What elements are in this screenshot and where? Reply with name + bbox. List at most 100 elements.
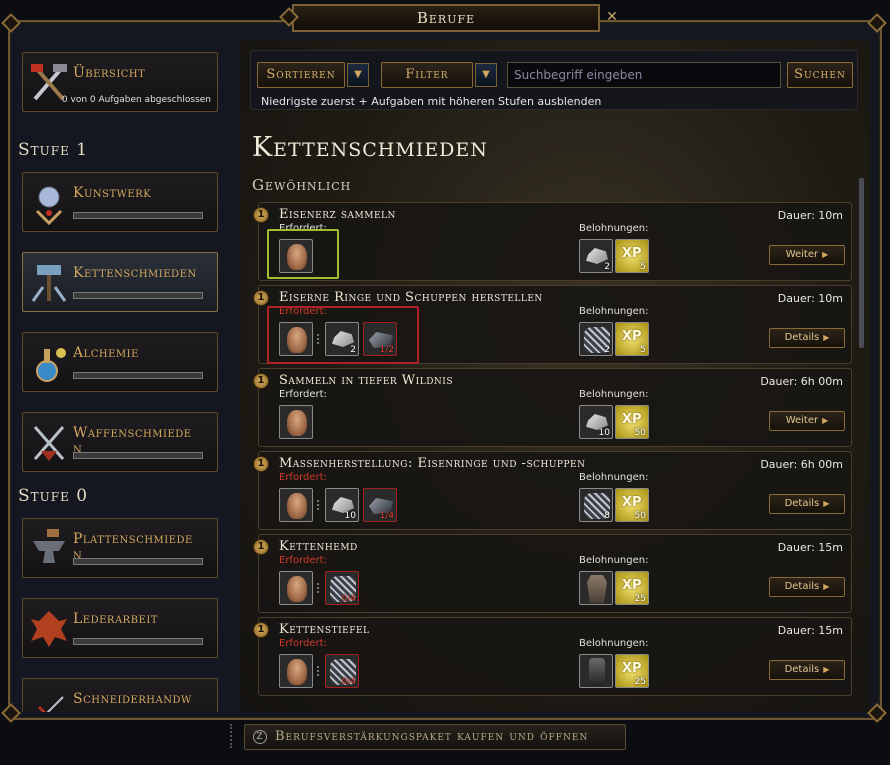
level-badge: 1 (253, 290, 269, 306)
iron-ore-icon[interactable]: 10 (579, 405, 613, 439)
chain-hammer-icon (31, 265, 67, 302)
required-label: Erfordert: (279, 389, 327, 400)
separator (317, 334, 321, 344)
stage-heading-1: Stufe 1 (18, 140, 89, 160)
overview-summary: 0 von 0 Aufgaben abgeschlossen (61, 95, 211, 105)
task-name: Sammeln in tiefer Wildnis (279, 373, 454, 388)
worker-portrait-icon[interactable] (279, 405, 313, 439)
worker-portrait-icon[interactable] (279, 239, 313, 273)
worker-portrait-icon[interactable] (279, 322, 313, 356)
sidebar-item-lederarbeit[interactable]: Lederarbeit (22, 598, 218, 658)
task-name: Kettenhemd (279, 539, 358, 554)
continue-button[interactable]: Weiter ▶ (769, 245, 845, 265)
duration: Dauer: 6h 00m (760, 458, 843, 471)
separator (230, 724, 232, 748)
iron-rings-icon[interactable]: 2 (579, 322, 613, 356)
iron-ore-icon[interactable]: 10 (325, 488, 359, 522)
arrow-right-icon: ▶ (823, 499, 830, 508)
window-title: Berufe (292, 4, 600, 32)
arrow-right-icon: ▶ (823, 665, 830, 674)
stage-heading-0: Stufe 0 (18, 486, 89, 506)
arrow-right-icon: ▶ (822, 250, 829, 259)
rewards-label: Belohnungen: (579, 555, 649, 566)
duration: Dauer: 15m (777, 624, 843, 637)
arrow-right-icon: ▶ (823, 333, 830, 342)
footer-label: Berufsverstärkungspaket kaufen und öffne… (275, 729, 589, 744)
task-row[interactable]: 1 Kettenstiefel Erfordert: Belohnungen: … (253, 617, 852, 696)
sidebar-item-label: Lederarbeit (73, 611, 158, 627)
rewards-label: Belohnungen: (579, 638, 649, 649)
iron-rings-icon[interactable]: 0/4 (325, 654, 359, 688)
worker-portrait-icon[interactable] (279, 654, 313, 688)
sidebar-item-kettenschmieden[interactable]: Kettenschmieden (22, 252, 218, 312)
zen-currency-icon: Z (253, 730, 267, 744)
iron-ore-icon[interactable]: 2 (579, 239, 613, 273)
orb-icon (35, 186, 63, 225)
xp-icon: XP 5 (615, 239, 649, 273)
task-name: Eisenerz sammeln (279, 207, 396, 222)
details-button[interactable]: Details ▶ (769, 577, 845, 597)
level-badge: 1 (253, 456, 269, 472)
filter-summary: Niedrigste zuerst + Aufgaben mit höheren… (261, 95, 602, 108)
duration: Dauer: 10m (777, 292, 843, 305)
sidebar-item-label: Kunstwerk (73, 185, 152, 201)
progress-bar (73, 452, 203, 459)
separator (317, 583, 321, 593)
task-name: Massenherstellung: Eisenringe und -schup… (279, 456, 586, 471)
task-row[interactable]: 1 Sammeln in tiefer Wildnis Erfordert: B… (253, 368, 852, 447)
chevron-down-icon[interactable]: ▼ (347, 63, 369, 87)
separator (317, 500, 321, 510)
close-icon[interactable]: ✕ (603, 8, 621, 26)
chevron-down-icon[interactable]: ▼ (475, 63, 497, 87)
progress-bar (73, 558, 203, 565)
charcoal-icon[interactable]: 1/2 (363, 322, 397, 356)
duration: Dauer: 6h 00m (760, 375, 843, 388)
search-input[interactable]: Suchbegriff eingeben (507, 62, 781, 88)
sidebar-item-plattenschmieden[interactable]: Plattenschmiede n (22, 518, 218, 578)
worker-portrait-icon[interactable] (279, 571, 313, 605)
profession-main-panel: Sortieren ▼ Filter ▼ Suchbegriff eingebe… (240, 40, 870, 712)
buy-boost-pack-button[interactable]: Z Berufsverstärkungspaket kaufen und öff… (244, 724, 626, 750)
progress-bar (73, 212, 203, 219)
task-row[interactable]: 1 Massenherstellung: Eisenringe und -sch… (253, 451, 852, 530)
category-heading: Gewöhnlich (252, 176, 352, 194)
leather-icon (31, 611, 67, 647)
sidebar-item-kunstwerk[interactable]: Kunstwerk (22, 172, 218, 232)
continue-button[interactable]: Weiter ▶ (769, 411, 845, 431)
sidebar-item-alchemie[interactable]: Alchemie (22, 332, 218, 392)
details-button[interactable]: Details ▶ (769, 660, 845, 680)
charcoal-icon[interactable]: 1/4 (363, 488, 397, 522)
sort-button[interactable]: Sortieren (257, 62, 345, 88)
worker-portrait-icon[interactable] (279, 488, 313, 522)
details-button[interactable]: Details ▶ (769, 328, 845, 348)
duration: Dauer: 10m (777, 209, 843, 222)
sidebar-item-label: Kettenschmieden (73, 265, 197, 281)
filter-button[interactable]: Filter (381, 62, 473, 88)
page-title: Kettenschmieden (252, 132, 488, 163)
iron-ore-icon[interactable]: 2 (325, 322, 359, 356)
needle-icon (37, 696, 64, 712)
sidebar-item-waffenschmieden[interactable]: Waffenschmiede n (22, 412, 218, 472)
task-name: Eiserne Ringe und Schuppen herstellen (279, 290, 543, 305)
arrow-right-icon: ▶ (823, 582, 830, 591)
chain-boots-icon[interactable] (579, 654, 613, 688)
chain-shirt-icon[interactable] (579, 571, 613, 605)
sidebar-item-schneiderhandwerk[interactable]: Schneiderhandw (22, 678, 218, 712)
task-list-scrollbar[interactable] (859, 178, 864, 348)
filter-toolbar: Sortieren ▼ Filter ▼ Suchbegriff eingebe… (250, 50, 858, 110)
search-button[interactable]: Suchen (787, 62, 853, 88)
xp-icon: XP 25 (615, 571, 649, 605)
rewards-label: Belohnungen: (579, 472, 649, 483)
progress-bar (73, 638, 203, 645)
iron-rings-icon[interactable]: 0/4 (325, 571, 359, 605)
task-row[interactable]: 1 Eisenerz sammeln Erfordert: Belohnunge… (253, 202, 852, 281)
required-label: Erfordert: (279, 472, 327, 483)
xp-icon: XP 25 (615, 654, 649, 688)
details-button[interactable]: Details ▶ (769, 494, 845, 514)
required-label: Erfordert: (279, 638, 327, 649)
iron-rings-icon[interactable]: 8 (579, 488, 613, 522)
task-row[interactable]: 1 Kettenhemd Erfordert: Belohnungen: Dau… (253, 534, 852, 613)
task-row[interactable]: 1 Eiserne Ringe und Schuppen herstellen … (253, 285, 852, 364)
rewards-label: Belohnungen: (579, 389, 649, 400)
sidebar-item-overview[interactable]: Übersicht 0 von 0 Aufgaben abgeschlossen (22, 52, 218, 112)
